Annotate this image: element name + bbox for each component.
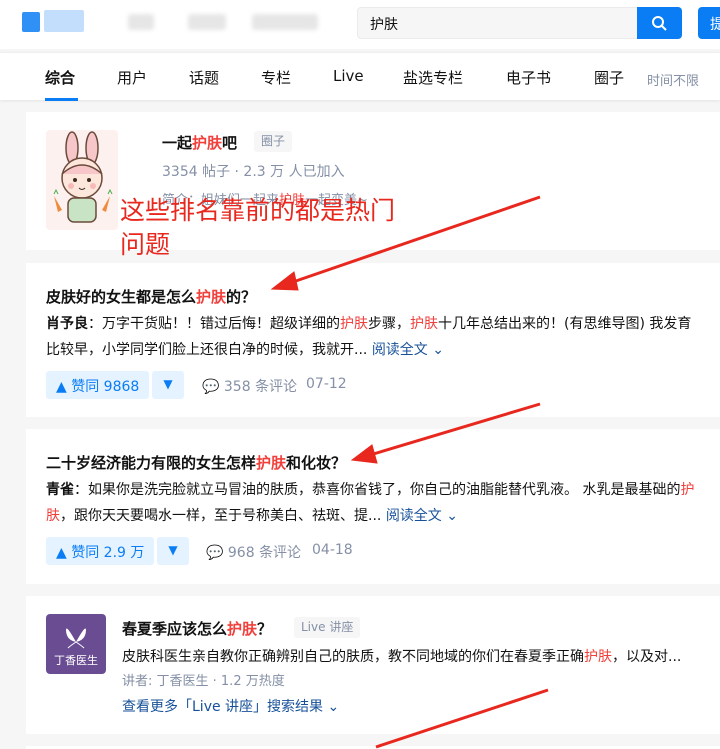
circle-stats: 3354 帖子 · 2.3 万 人已加入: [162, 164, 345, 180]
live-title-highlight: 护肤: [227, 620, 258, 638]
logo-label: 丁香医生: [54, 654, 98, 667]
excerpt-highlight: 护肤: [340, 316, 368, 332]
comment-count: 968 条评论: [227, 545, 302, 561]
comment-count: 358 条评论: [223, 379, 298, 395]
triangle-up-icon: ▲: [56, 379, 67, 395]
chevron-down-icon: ⌄: [432, 342, 444, 358]
live-desc-highlight: 护肤: [584, 649, 612, 665]
tab-ebooks[interactable]: 电子书: [506, 67, 551, 88]
ask-button[interactable]: 提: [698, 7, 720, 39]
top-bar: 护肤 提: [0, 0, 720, 49]
zhihu-logo[interactable]: [20, 6, 92, 36]
chevron-down-icon: ⌄: [327, 699, 340, 715]
upvote-count: 赞同 9868: [71, 379, 140, 395]
circle-title-text: 吧: [222, 134, 238, 152]
question-title-text: 皮肤好的女生都是怎么: [46, 288, 197, 306]
search-button[interactable]: [637, 7, 682, 39]
triangle-down-icon: ▼: [168, 543, 178, 557]
circle-avatar[interactable]: [46, 130, 118, 230]
excerpt-highlight: 护肤: [410, 316, 438, 332]
answer-author[interactable]: 肖予良: [46, 316, 88, 332]
upvote-button[interactable]: ▲ 赞同 9868: [46, 371, 150, 399]
question-title-highlight: 护肤: [256, 454, 287, 472]
triangle-down-icon: ▼: [163, 377, 173, 391]
live-desc-text: ，以及对...: [612, 649, 682, 665]
answer-date: 04-18: [312, 542, 353, 558]
view-more-live-link[interactable]: 查看更多「Live 讲座」搜索结果 ⌄: [122, 696, 339, 716]
live-tag: Live 讲座: [294, 617, 361, 638]
question-title-text: 和化妆？: [286, 454, 347, 472]
upvote-button[interactable]: ▲ 赞同 2.9 万: [46, 537, 155, 565]
triangle-up-icon: ▲: [56, 545, 67, 561]
downvote-button[interactable]: ▼: [157, 537, 189, 565]
answer-card: 二十岁经济能力有限的女生怎样护肤和化妆？ 青雀：如果你是洗完脸就立马冒油的肤质，…: [26, 429, 720, 584]
excerpt-text: ：如果你是洗完脸就立马冒油的肤质，恭喜你省钱了，你自己的油脂能替代乳液。 水乳是…: [74, 482, 681, 498]
live-description: 皮肤科医生亲自教你正确辨别自己的肤质，教不同地域的你们在春夏季正确护肤，以及对.…: [122, 646, 702, 666]
search-input[interactable]: 护肤: [357, 7, 637, 39]
answer-author[interactable]: 青雀: [46, 482, 74, 498]
nav-link-blurred[interactable]: [188, 14, 226, 30]
downvote-button[interactable]: ▼: [152, 371, 184, 399]
live-desc-text: 皮肤科医生亲自教你正确辨别自己的肤质，教不同地域的你们在春夏季正确: [122, 649, 584, 665]
read-more-label: 阅读全文: [371, 342, 428, 358]
annotation-line: 问题: [120, 230, 171, 259]
dxy-logo[interactable]: 丁香医生: [46, 614, 106, 674]
question-title-text: 二十岁经济能力有限的女生怎样: [46, 454, 257, 472]
tab-circles[interactable]: 圈子: [594, 67, 624, 88]
chevron-down-icon: ⌄: [446, 508, 458, 524]
tab-topics[interactable]: 话题: [189, 67, 219, 88]
question-title[interactable]: 皮肤好的女生都是怎么护肤的？: [46, 286, 256, 307]
live-title-text: 春夏季应该怎么: [122, 620, 228, 638]
question-title[interactable]: 二十岁经济能力有限的女生怎样护肤和化妆？: [46, 452, 346, 473]
live-card: 丁香医生 春夏季应该怎么护肤？ Live 讲座 皮肤科医生亲自教你正确辨别自己的…: [26, 596, 720, 734]
tab-all[interactable]: 综合: [45, 67, 75, 88]
comments-button[interactable]: 💬 358 条评论: [202, 376, 297, 396]
circle-tag: 圈子: [254, 131, 293, 152]
tab-columns[interactable]: 专栏: [261, 67, 291, 88]
tab-users[interactable]: 用户: [117, 67, 147, 88]
comments-button[interactable]: 💬 968 条评论: [206, 542, 301, 562]
annotation-text: 这些排名靠前的都是热门 问题: [120, 194, 500, 262]
bunny-girl-illustration: [53, 131, 113, 223]
read-more-link[interactable]: 阅读全文 ⌄: [386, 508, 458, 524]
answer-date: 07-12: [306, 376, 347, 392]
search-icon: [652, 16, 667, 31]
tab-salt-columns[interactable]: 盐选专栏: [403, 67, 463, 88]
answer-excerpt[interactable]: 青雀：如果你是洗完脸就立马冒油的肤质，恭喜你省钱了，你自己的油脂能替代乳液。 水…: [46, 477, 696, 529]
tab-live[interactable]: Live: [333, 67, 364, 85]
comment-icon: 💬: [202, 379, 220, 395]
nav-link-blurred[interactable]: [252, 14, 318, 30]
read-more-label: 阅读全文: [385, 508, 442, 524]
question-title-text: 的？: [226, 288, 257, 306]
answer-excerpt[interactable]: 肖予良：万字干货贴！！错过后悔！超级详细的护肤步骤，护肤十几年总结出来的！(有思…: [46, 311, 696, 363]
view-more-label: 查看更多「Live 讲座」搜索结果: [122, 699, 324, 715]
answer-card: 皮肤好的女生都是怎么护肤的？ 肖予良：万字干货贴！！错过后悔！超级详细的护肤步骤…: [26, 263, 720, 417]
live-title[interactable]: 春夏季应该怎么护肤？: [122, 618, 272, 639]
live-title-text: ？: [257, 620, 273, 638]
nav-link-blurred[interactable]: [128, 14, 154, 30]
live-meta: 讲者: 丁香医生 · 1.2 万热度: [122, 674, 285, 689]
excerpt-text: 步骤，: [368, 316, 410, 332]
upvote-count: 赞同 2.9 万: [71, 545, 145, 561]
question-title-highlight: 护肤: [196, 288, 227, 306]
annotation-line: 这些排名靠前的都是热门: [120, 196, 396, 225]
excerpt-text: ，跟你天天要喝水一样，至于号称美白、祛斑、提...: [60, 508, 386, 524]
excerpt-text: ：万字干货贴！！错过后悔！超级详细的: [88, 316, 340, 332]
time-filter-dropdown[interactable]: 时间不限: [647, 70, 699, 89]
circle-title[interactable]: 一起护肤吧: [162, 132, 237, 153]
circle-title-highlight: 护肤: [192, 134, 223, 152]
search-tabs: 综合 用户 话题 专栏 Live 盐选专栏 电子书 圈子 时间不限: [0, 52, 720, 101]
butterfly-icon: [66, 628, 86, 649]
comment-icon: 💬: [206, 545, 224, 561]
circle-title-text: 一起: [162, 134, 193, 152]
active-tab-indicator: [45, 98, 78, 101]
read-more-link[interactable]: 阅读全文 ⌄: [372, 342, 444, 358]
